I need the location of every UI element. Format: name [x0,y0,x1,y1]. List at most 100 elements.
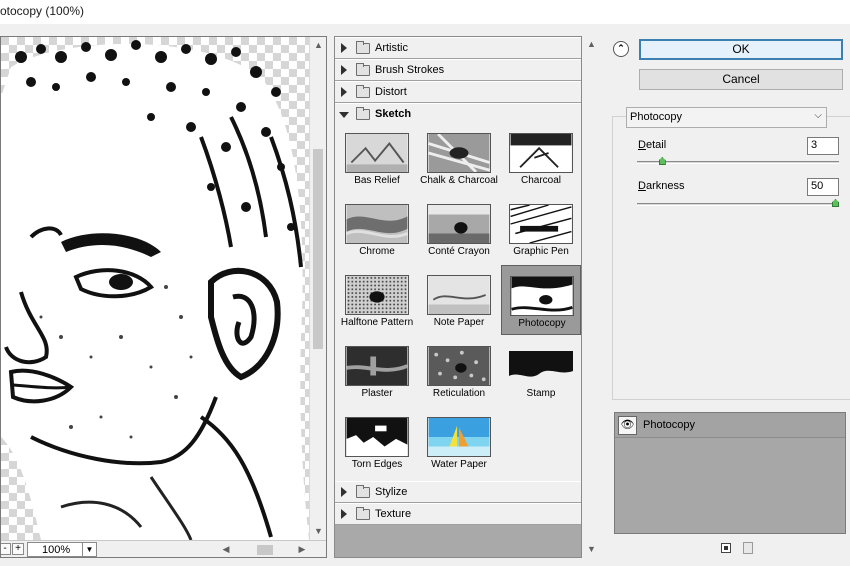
zoom-in-button[interactable]: + [12,543,24,555]
preview-horizontal-scrollbar[interactable]: ◀ ▶ [219,542,309,557]
photocopy-thumbnail [510,276,574,316]
darkness-slider[interactable] [637,199,839,207]
tile-label: Chrome [359,246,395,257]
detail-input[interactable]: 3 [807,137,839,155]
expand-triangle-icon[interactable] [341,509,347,519]
zoom-select[interactable]: 100% ▼ [27,542,97,557]
filter-list-scrollbar[interactable]: ▲ ▼ [583,36,600,558]
folder-icon [356,485,370,498]
cancel-button[interactable]: Cancel [639,69,843,90]
darkness-label: Darkness [638,180,685,192]
window-title: otocopy (100%) [0,4,85,18]
scroll-left-icon[interactable]: ◀ [219,542,233,557]
expand-triangle-icon[interactable] [341,487,347,497]
effect-layer-label: Photocopy [643,419,695,431]
scroll-thumb[interactable] [313,149,323,349]
ok-button[interactable]: OK [639,39,843,60]
category-stylize[interactable]: Stylize [335,481,581,503]
category-label: Sketch [375,108,412,120]
collapse-triangle-icon[interactable] [339,112,349,118]
tile-label: Conté Crayon [428,246,490,257]
filter-select-value: Photocopy [630,111,682,123]
eye-icon[interactable]: 👁 [618,416,637,435]
filter-halftone-pattern[interactable]: Halftone Pattern [337,265,417,335]
preview-image[interactable] [1,37,309,540]
effect-layers-panel: 👁 Photocopy [614,412,846,534]
preview-vertical-scrollbar[interactable]: ▲ ▼ [309,37,326,540]
collapse-gallery-icon[interactable]: ⌃ [613,41,629,57]
category-texture[interactable]: Texture [335,503,581,525]
filter-reticulation[interactable]: Reticulation [419,336,499,406]
filter-chrome[interactable]: Chrome [337,194,417,264]
tile-label: Reticulation [432,388,486,399]
sketch-thumbnails: Bas Relief Chalk & Charcoal Charcoal Chr… [335,123,581,489]
category-label: Distort [375,86,407,98]
water-paper-thumbnail [427,417,491,457]
scroll-down-icon[interactable]: ▼ [310,523,326,540]
category-label: Texture [375,508,412,520]
filter-bas-relief[interactable]: Bas Relief [337,123,417,193]
expand-triangle-icon[interactable] [341,65,347,75]
filter-conte-crayon[interactable]: Conté Crayon [419,194,499,264]
title-bar: otocopy (100%) [0,0,850,24]
category-artistic[interactable]: Artistic [335,37,581,59]
category-brush-strokes[interactable]: Brush Strokes [335,59,581,81]
expand-triangle-icon[interactable] [341,43,347,53]
folder-icon [356,63,370,76]
effect-layer-row[interactable]: 👁 Photocopy [615,413,845,438]
filter-torn-edges[interactable]: Torn Edges [337,407,417,477]
chrome-thumbnail [345,204,409,244]
tile-label: Halftone Pattern [340,317,414,328]
expand-triangle-icon[interactable] [341,87,347,97]
filter-note-paper[interactable]: Note Paper [419,265,499,335]
graphic-pen-thumbnail [509,204,573,244]
filter-water-paper[interactable]: Water Paper [419,407,499,477]
tile-label: Note Paper [433,317,485,328]
filter-plaster[interactable]: Plaster [337,336,417,406]
category-label: Brush Strokes [375,64,445,76]
filter-chalk-charcoal[interactable]: Chalk & Charcoal [419,123,499,193]
scroll-right-icon[interactable]: ▶ [295,542,309,557]
category-distort[interactable]: Distort [335,81,581,103]
scroll-down-icon[interactable]: ▼ [583,541,600,558]
filter-select[interactable]: Photocopy ⌵ [626,107,827,128]
conte-crayon-thumbnail [427,204,491,244]
stamp-thumbnail [509,346,573,386]
filter-stamp[interactable]: Stamp [501,336,581,406]
tile-label: Photocopy [518,318,566,329]
chevron-down-icon[interactable]: ⌵ [814,110,822,121]
trash-icon[interactable] [743,542,753,554]
bas-relief-thumbnail [345,133,409,173]
preview-status-bar: - + 100% ▼ ◀ ▶ [1,540,326,557]
detail-label: Detail [638,139,667,151]
charcoal-thumbnail [509,133,573,173]
preview-pane[interactable]: ▲ ▼ - + 100% ▼ ◀ ▶ [0,36,327,558]
new-effect-layer-icon[interactable] [721,543,731,553]
scroll-up-icon[interactable]: ▲ [583,36,600,53]
tile-label: Water Paper [431,459,487,470]
plaster-thumbnail [345,346,409,386]
tile-label: Torn Edges [351,459,403,470]
tile-label: Bas Relief [354,175,400,186]
darkness-input[interactable]: 50 [807,178,839,196]
tile-label: Charcoal [520,175,562,186]
torn-edges-thumbnail [345,417,409,457]
zoom-out-button[interactable]: - [1,543,11,555]
zoom-value: 100% [42,544,71,556]
filter-settings-panel [612,116,850,400]
category-sketch[interactable]: Sketch [335,103,581,125]
halftone-pattern-thumbnail [345,275,409,315]
folder-icon [356,85,370,98]
scroll-up-icon[interactable]: ▲ [310,37,326,54]
filter-photocopy[interactable]: Photocopy [501,265,581,335]
chevron-down-icon[interactable]: ▼ [82,543,96,556]
filter-graphic-pen[interactable]: Graphic Pen [501,194,581,264]
detail-slider[interactable] [637,157,839,165]
filter-charcoal[interactable]: Charcoal [501,123,581,193]
scroll-thumb[interactable] [257,545,273,555]
note-paper-thumbnail [427,275,491,315]
folder-icon [356,507,370,520]
reticulation-thumbnail [427,346,491,386]
tile-label: Stamp [526,388,556,399]
filter-gallery: Artistic Brush Strokes Distort Sketch Ba… [334,36,582,558]
